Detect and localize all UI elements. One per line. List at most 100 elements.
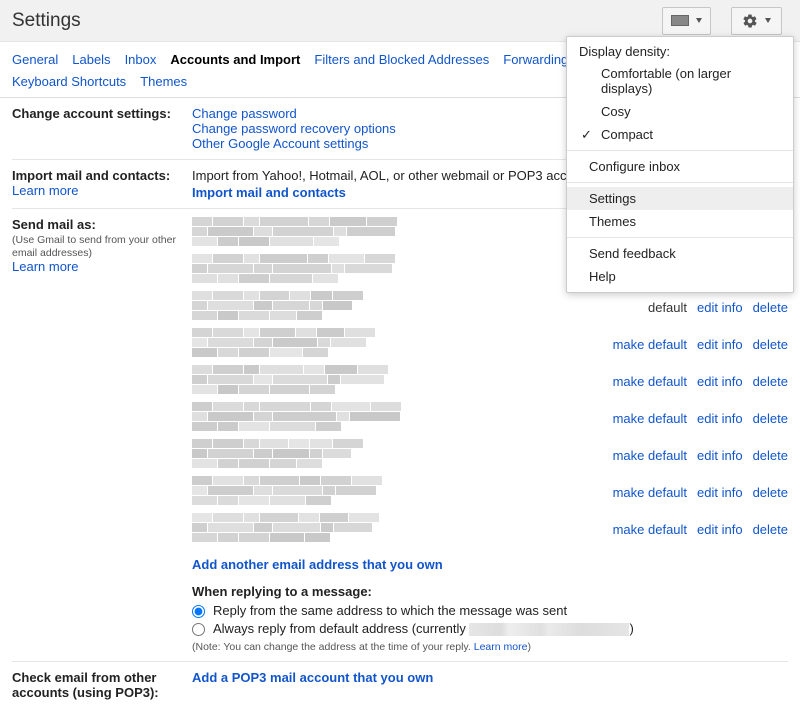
edit-info-link[interactable]: edit info: [697, 485, 743, 500]
edit-info-link[interactable]: edit info: [697, 522, 743, 537]
make-default-link[interactable]: make default: [613, 374, 687, 389]
tab-themes[interactable]: Themes: [140, 71, 187, 93]
density-header: Display density:: [567, 37, 793, 62]
menu-item-settings[interactable]: Settings: [567, 187, 793, 210]
edit-info-link[interactable]: edit info: [697, 411, 743, 426]
menu-item-help[interactable]: Help: [567, 265, 793, 288]
redacted-email: [192, 365, 492, 401]
reply-same-radio[interactable]: [192, 605, 205, 618]
tab-inbox[interactable]: Inbox: [125, 49, 157, 71]
tab-accounts-and-import[interactable]: Accounts and Import: [170, 49, 300, 71]
menu-item-themes[interactable]: Themes: [567, 210, 793, 233]
send-as-actions: defaultedit infodelete: [638, 300, 788, 315]
tab-forwarding[interactable]: Forwarding: [503, 49, 568, 71]
learn-more-link[interactable]: Learn more: [12, 259, 78, 274]
learn-more-link[interactable]: Learn more: [12, 183, 78, 198]
header-right: [662, 7, 788, 35]
caret-down-icon: [696, 18, 702, 23]
check-icon: ✓: [581, 127, 592, 143]
reply-option-default-label: Always reply from default address (curre…: [213, 620, 634, 638]
send-as-title: Send mail as:: [12, 217, 182, 232]
send-as-row: make default edit info delete: [192, 365, 788, 401]
reply-default-radio[interactable]: [192, 623, 205, 636]
reply-option-same[interactable]: Reply from the same address to which the…: [192, 602, 788, 620]
change-account-title: Change account settings:: [12, 106, 182, 121]
make-default-link[interactable]: make default: [613, 411, 687, 426]
replying-block: When replying to a message: Reply from t…: [192, 584, 788, 652]
density-option[interactable]: ✓Compact: [567, 123, 793, 146]
send-as-actions: make default edit info delete: [603, 485, 788, 500]
density-toggle-button[interactable]: [662, 7, 711, 35]
make-default-link[interactable]: make default: [613, 485, 687, 500]
send-as-row: defaultedit infodelete: [192, 291, 788, 327]
delete-link[interactable]: delete: [753, 337, 788, 352]
redacted-email: [192, 513, 492, 549]
add-another-email-link[interactable]: Add another email address that you own: [192, 557, 788, 572]
delete-link[interactable]: delete: [753, 300, 788, 315]
edit-info-link[interactable]: edit info: [697, 374, 743, 389]
section-left: Check email from other accounts (using P…: [12, 670, 192, 700]
send-as-actions: make default edit info delete: [603, 448, 788, 463]
redacted-email: [192, 328, 492, 364]
reply-note: (Note: You can change the address at the…: [192, 641, 788, 653]
redacted-email: [192, 254, 492, 290]
delete-link[interactable]: delete: [753, 522, 788, 537]
edit-info-link[interactable]: edit info: [697, 337, 743, 352]
import-mail-title: Import mail and contacts:: [12, 168, 182, 183]
density-option[interactable]: Cosy: [567, 100, 793, 123]
density-icon: [671, 15, 689, 26]
add-pop3-link[interactable]: Add a POP3 mail account that you own: [192, 670, 788, 685]
send-as-row: make default edit info delete: [192, 513, 788, 549]
tab-filters-and-blocked-addresses[interactable]: Filters and Blocked Addresses: [314, 49, 489, 71]
send-as-actions: make default edit info delete: [603, 337, 788, 352]
reply-option-default[interactable]: Always reply from default address (curre…: [192, 620, 788, 638]
replying-title: When replying to a message:: [192, 584, 788, 599]
page-title: Settings: [12, 10, 81, 32]
account-link[interactable]: Change password recovery options: [192, 121, 396, 136]
make-default-link[interactable]: make default: [613, 448, 687, 463]
learn-more-link[interactable]: Learn more: [474, 641, 528, 653]
make-default-link[interactable]: make default: [613, 522, 687, 537]
density-option[interactable]: Comfortable (on larger displays): [567, 62, 793, 100]
section-left: Import mail and contacts: Learn more: [12, 168, 192, 198]
send-as-row: make default edit info delete: [192, 439, 788, 475]
gear-icon: [742, 13, 758, 29]
edit-info-link[interactable]: edit info: [697, 300, 743, 315]
menu-divider: [567, 237, 793, 238]
section-check-pop3: Check email from other accounts (using P…: [12, 662, 788, 708]
send-as-actions: make default edit info delete: [603, 411, 788, 426]
delete-link[interactable]: delete: [753, 485, 788, 500]
menu-item-send-feedback[interactable]: Send feedback: [567, 242, 793, 265]
settings-gear-button[interactable]: [731, 7, 782, 35]
redacted-email: [192, 476, 492, 512]
send-as-row: make default edit info delete: [192, 476, 788, 512]
redacted-address: [469, 623, 629, 636]
redacted-email: [192, 439, 492, 475]
account-link[interactable]: Other Google Account settings: [192, 136, 368, 151]
redacted-email: [192, 217, 492, 253]
make-default-link[interactable]: make default: [613, 337, 687, 352]
tab-general[interactable]: General: [12, 49, 58, 71]
menu-item-configure-inbox[interactable]: Configure inbox: [567, 155, 793, 178]
send-as-hint: (Use Gmail to send from your other email…: [12, 234, 182, 259]
delete-link[interactable]: delete: [753, 374, 788, 389]
section-right: Add a POP3 mail account that you own: [192, 670, 788, 685]
tab-keyboard-shortcuts[interactable]: Keyboard Shortcuts: [12, 71, 126, 93]
send-as-actions: make default edit info delete: [603, 374, 788, 389]
edit-info-link[interactable]: edit info: [697, 448, 743, 463]
caret-down-icon: [765, 18, 771, 23]
pop3-title-1: Check email from other: [12, 670, 182, 685]
send-as-row: make default edit info delete: [192, 402, 788, 438]
pop3-title-2: accounts (using POP3):: [12, 685, 182, 700]
tab-labels[interactable]: Labels: [72, 49, 110, 71]
menu-divider: [567, 182, 793, 183]
delete-link[interactable]: delete: [753, 411, 788, 426]
delete-link[interactable]: delete: [753, 448, 788, 463]
section-left: Send mail as: (Use Gmail to send from yo…: [12, 217, 192, 274]
send-as-row: make default edit info delete: [192, 328, 788, 364]
menu-divider: [567, 150, 793, 151]
account-link[interactable]: Change password: [192, 106, 297, 121]
send-as-actions: make default edit info delete: [603, 522, 788, 537]
reply-option-same-label: Reply from the same address to which the…: [213, 602, 567, 620]
redacted-email: [192, 402, 492, 438]
